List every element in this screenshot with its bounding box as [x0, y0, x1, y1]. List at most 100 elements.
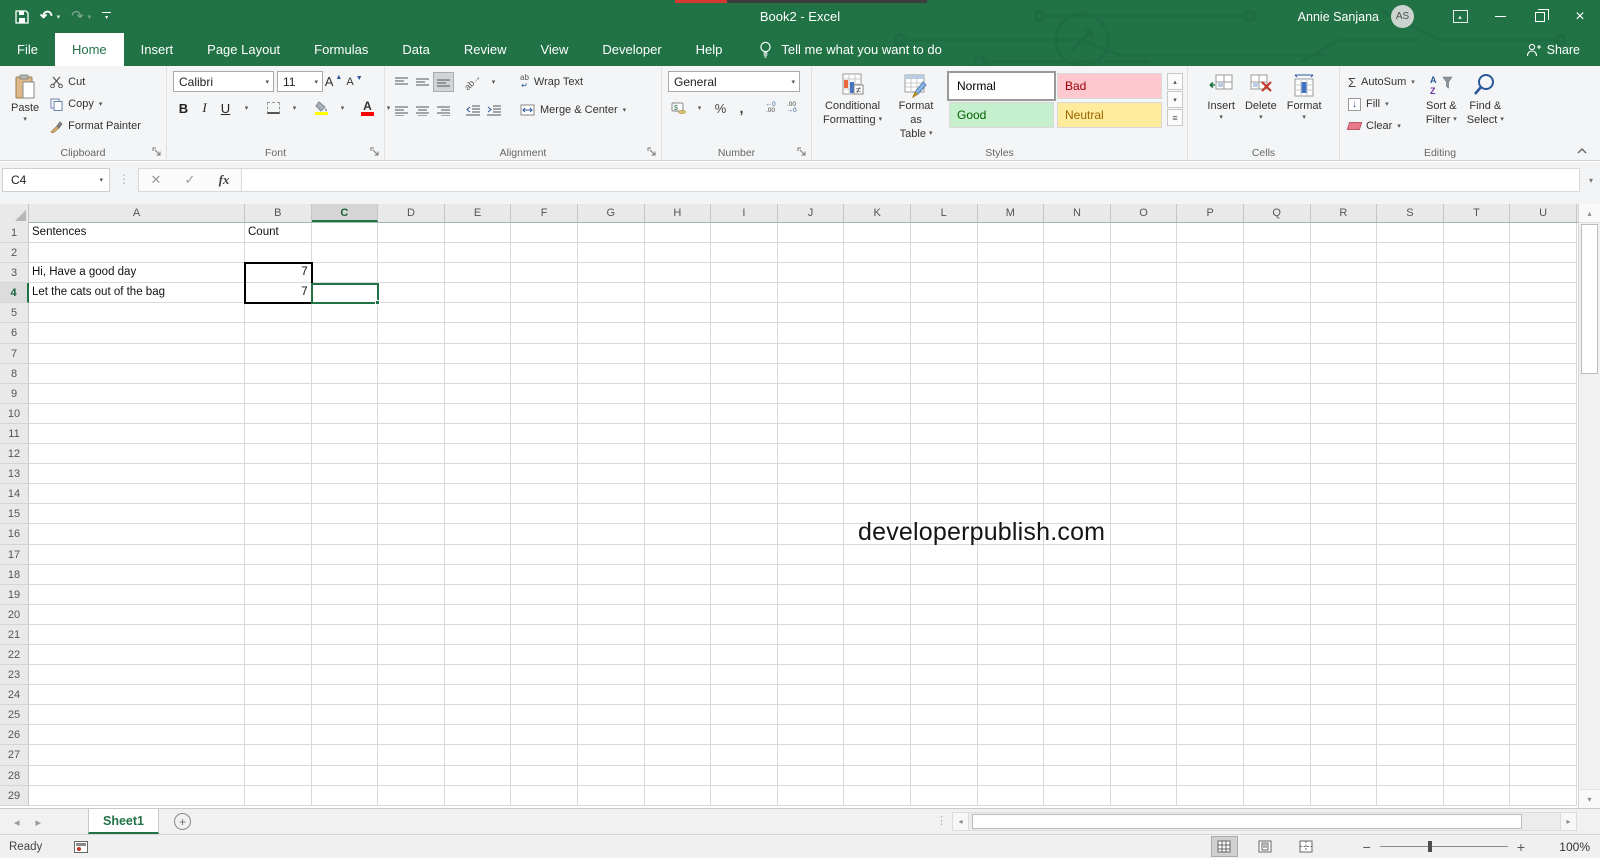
- cell-t27[interactable]: [1443, 745, 1511, 766]
- cell-m5[interactable]: [977, 303, 1045, 324]
- cell-j4[interactable]: [777, 283, 845, 304]
- cell-c26[interactable]: [311, 725, 379, 746]
- cell-q5[interactable]: [1243, 303, 1311, 324]
- cell-a12[interactable]: [29, 444, 245, 465]
- row-header-13[interactable]: 13: [0, 464, 29, 485]
- cell-t10[interactable]: [1443, 403, 1511, 424]
- cell-k22[interactable]: [844, 644, 911, 666]
- column-header-a[interactable]: A: [29, 204, 245, 222]
- cell-s25[interactable]: [1377, 705, 1444, 726]
- underline-dropdown[interactable]: ▾: [236, 98, 257, 118]
- cell-b2[interactable]: [245, 243, 312, 264]
- cell-g5[interactable]: [577, 303, 645, 324]
- merge-center-button[interactable]: Merge & Center ▾: [518, 99, 628, 121]
- tab-review[interactable]: Review: [447, 33, 524, 66]
- cell-m13[interactable]: [977, 464, 1045, 485]
- cell-t11[interactable]: [1443, 423, 1511, 445]
- row-header-19[interactable]: 19: [0, 584, 29, 605]
- cell-l18[interactable]: [910, 564, 978, 585]
- cell-f8[interactable]: [511, 363, 578, 384]
- cell-i14[interactable]: [711, 484, 778, 505]
- cell-i5[interactable]: [711, 303, 778, 324]
- cell-f12[interactable]: [511, 444, 578, 465]
- cell-j10[interactable]: [777, 403, 845, 424]
- page-layout-view-button[interactable]: [1252, 836, 1279, 857]
- cell-r3[interactable]: [1310, 263, 1378, 284]
- row-header-14[interactable]: 14: [0, 484, 29, 505]
- cell-e24[interactable]: [444, 685, 512, 706]
- zoom-level[interactable]: 100%: [1550, 840, 1590, 854]
- cell-h6[interactable]: [644, 323, 712, 344]
- bottom-align-button[interactable]: [433, 72, 454, 92]
- cell-j14[interactable]: [777, 484, 845, 505]
- align-left-button[interactable]: [391, 100, 412, 120]
- cell-m25[interactable]: [977, 705, 1045, 726]
- cell-k7[interactable]: [844, 343, 911, 364]
- font-color-button[interactable]: A: [357, 98, 378, 118]
- cell-b27[interactable]: [245, 745, 312, 766]
- cell-b19[interactable]: [245, 584, 312, 605]
- cell-p8[interactable]: [1177, 363, 1244, 384]
- cell-l24[interactable]: [910, 685, 978, 706]
- cell-d28[interactable]: [378, 765, 445, 786]
- share-button[interactable]: Share: [1526, 33, 1600, 66]
- cell-n8[interactable]: [1044, 363, 1111, 384]
- cell-e8[interactable]: [444, 363, 512, 384]
- cell-i21[interactable]: [711, 624, 778, 645]
- cell-a9[interactable]: [29, 383, 245, 404]
- cell-u4[interactable]: [1510, 283, 1577, 304]
- cell-l26[interactable]: [910, 725, 978, 746]
- cell-m12[interactable]: [977, 444, 1045, 465]
- cell-u24[interactable]: [1510, 685, 1577, 706]
- cell-s29[interactable]: [1377, 785, 1444, 806]
- cell-n18[interactable]: [1044, 564, 1111, 585]
- cell-p20[interactable]: [1177, 604, 1244, 625]
- cell-i8[interactable]: [711, 363, 778, 384]
- cell-k18[interactable]: [844, 564, 911, 585]
- cell-e20[interactable]: [444, 604, 512, 625]
- row-header-27[interactable]: 27: [0, 745, 29, 766]
- cell-l7[interactable]: [910, 343, 978, 364]
- cell-d5[interactable]: [378, 303, 445, 324]
- cell-e11[interactable]: [444, 423, 512, 445]
- cell-f21[interactable]: [511, 624, 578, 645]
- cell-g4[interactable]: [577, 283, 645, 304]
- cell-k3[interactable]: [844, 263, 911, 284]
- cell-m19[interactable]: [977, 584, 1045, 605]
- cell-m2[interactable]: [977, 243, 1045, 264]
- cell-j16[interactable]: [777, 524, 845, 545]
- cell-t6[interactable]: [1443, 323, 1511, 344]
- cell-i24[interactable]: [711, 685, 778, 706]
- cell-p1[interactable]: [1177, 223, 1244, 244]
- cell-j24[interactable]: [777, 685, 845, 706]
- cell-n2[interactable]: [1044, 243, 1111, 264]
- increase-decimal-button[interactable]: ←0.00: [760, 98, 781, 118]
- cell-k26[interactable]: [844, 725, 911, 746]
- cell-d25[interactable]: [378, 705, 445, 726]
- cell-r13[interactable]: [1310, 464, 1378, 485]
- row-header-28[interactable]: 28: [0, 765, 29, 786]
- cell-o29[interactable]: [1110, 785, 1178, 806]
- cell-a19[interactable]: [29, 584, 245, 605]
- cell-e28[interactable]: [444, 765, 512, 786]
- cell-d16[interactable]: [378, 524, 445, 545]
- row-header-17[interactable]: 17: [0, 544, 29, 565]
- cell-h21[interactable]: [644, 624, 712, 645]
- name-box[interactable]: C4 ▾: [2, 168, 110, 192]
- cell-s26[interactable]: [1377, 725, 1444, 746]
- cell-l23[interactable]: [910, 665, 978, 686]
- vertical-scrollbar[interactable]: ▴ ▾: [1578, 204, 1600, 808]
- cell-b20[interactable]: [245, 604, 312, 625]
- cell-a8[interactable]: [29, 363, 245, 384]
- cell-i6[interactable]: [711, 323, 778, 344]
- cell-c23[interactable]: [311, 665, 379, 686]
- cell-o13[interactable]: [1110, 464, 1178, 485]
- cell-e3[interactable]: [444, 263, 512, 284]
- cell-f14[interactable]: [511, 484, 578, 505]
- cell-b23[interactable]: [245, 665, 312, 686]
- cell-s20[interactable]: [1377, 604, 1444, 625]
- cell-f20[interactable]: [511, 604, 578, 625]
- cell-e26[interactable]: [444, 725, 512, 746]
- cell-s5[interactable]: [1377, 303, 1444, 324]
- cell-o26[interactable]: [1110, 725, 1178, 746]
